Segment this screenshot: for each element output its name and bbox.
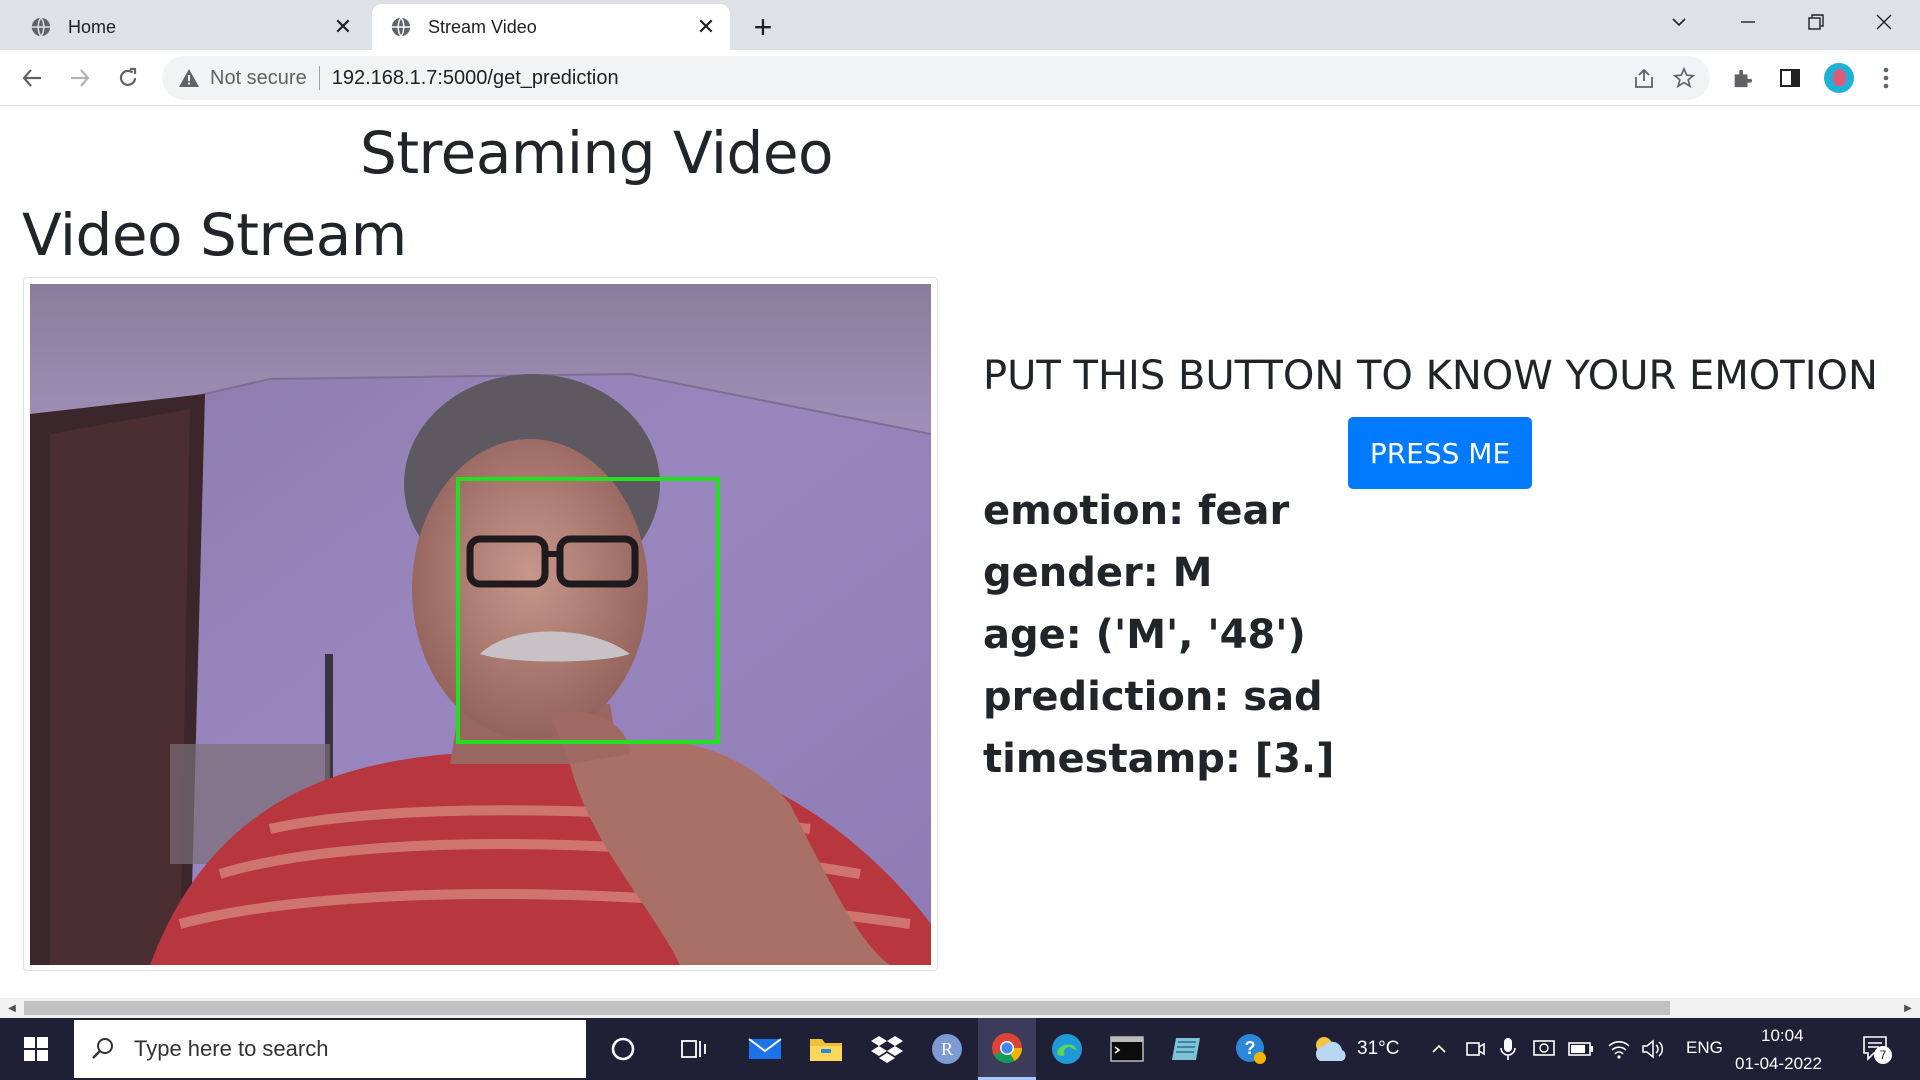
svg-text:?: ? xyxy=(1245,1038,1256,1058)
chevron-up-icon[interactable] xyxy=(1426,1036,1452,1062)
close-window-icon[interactable] xyxy=(1856,0,1912,44)
notification-center-icon[interactable]: 7 xyxy=(1858,1031,1894,1067)
restore-icon[interactable] xyxy=(1788,0,1844,44)
search-placeholder: Type here to search xyxy=(134,1036,329,1061)
globe-icon xyxy=(391,17,411,37)
tab-stream-video[interactable]: Stream Video ✕ xyxy=(372,4,730,50)
file-explorer-icon[interactable] xyxy=(797,1018,855,1080)
page-title: Streaming Video xyxy=(360,119,833,187)
weather-cloud-icon[interactable] xyxy=(1312,1036,1348,1062)
emotion-prompt: PUT THIS BUTTON TO KNOW YOUR EMOTION xyxy=(983,353,1878,399)
meet-now-icon[interactable] xyxy=(1462,1036,1488,1062)
windows-start-icon[interactable] xyxy=(0,1018,72,1080)
wifi-icon[interactable] xyxy=(1606,1036,1632,1062)
profile-avatar[interactable] xyxy=(1821,60,1857,96)
extensions-icon[interactable] xyxy=(1724,60,1760,96)
menu-kebab-icon[interactable] xyxy=(1868,60,1904,96)
notes-icon[interactable] xyxy=(1158,1018,1216,1080)
terminal-icon[interactable] xyxy=(1098,1018,1156,1080)
timestamp-result: timestamp: [3.] xyxy=(983,736,1335,782)
prediction-result: prediction: sad xyxy=(983,674,1323,720)
horizontal-scrollbar[interactable]: ◀ ▶ xyxy=(0,998,1920,1018)
avatar xyxy=(1824,63,1854,93)
divider xyxy=(318,66,320,90)
microphone-icon[interactable] xyxy=(1495,1036,1521,1062)
tab-strip: Home ✕ Stream Video ✕ + xyxy=(0,0,1920,50)
r-icon[interactable]: R xyxy=(918,1018,976,1080)
dropbox-icon[interactable] xyxy=(858,1018,916,1080)
clock-date[interactable]: 01-04-2022 xyxy=(1735,1054,1822,1074)
windows-taskbar: Type here to search R ? 31°C ENG 10:04 0… xyxy=(0,1018,1920,1080)
tab-home[interactable]: Home ✕ xyxy=(12,4,367,50)
scroll-left-icon[interactable]: ◀ xyxy=(2,998,22,1018)
new-tab-button[interactable]: + xyxy=(744,8,782,46)
clock-time[interactable]: 10:04 xyxy=(1761,1026,1804,1046)
tab-title: Stream Video xyxy=(428,16,537,37)
browser-toolbar: Not secure 192.168.1.7:5000/get_predicti… xyxy=(0,50,1920,106)
taskbar-search-box[interactable]: Type here to search xyxy=(74,1020,586,1078)
cortana-icon[interactable] xyxy=(594,1018,652,1080)
volume-icon[interactable] xyxy=(1640,1036,1666,1062)
help-icon[interactable]: ? xyxy=(1222,1018,1280,1080)
display-sync-icon[interactable] xyxy=(1531,1036,1557,1062)
minimize-icon[interactable] xyxy=(1720,0,1776,44)
chrome-icon[interactable] xyxy=(978,1018,1036,1080)
emotion-result: emotion: fear xyxy=(983,488,1290,534)
press-me-button[interactable]: PRESS ME xyxy=(1348,417,1532,489)
battery-icon[interactable] xyxy=(1568,1036,1594,1062)
side-panel-icon[interactable] xyxy=(1772,60,1808,96)
close-tab-icon[interactable]: ✕ xyxy=(329,13,357,41)
share-icon[interactable] xyxy=(1629,63,1659,93)
gender-result: gender: M xyxy=(983,550,1213,596)
web-page: Streaming Video Video Stream PUT THIS BU… xyxy=(0,107,1920,998)
search-icon xyxy=(92,1038,113,1059)
temperature-text[interactable]: 31°C xyxy=(1357,1038,1399,1060)
back-arrow-icon[interactable] xyxy=(12,58,52,98)
scrollbar-thumb[interactable] xyxy=(24,1001,1670,1015)
section-title: Video Stream xyxy=(22,201,407,269)
globe-icon xyxy=(31,17,51,37)
svg-text:R: R xyxy=(941,1039,953,1059)
scroll-right-icon[interactable]: ▶ xyxy=(1898,998,1918,1018)
close-tab-icon[interactable]: ✕ xyxy=(692,13,720,41)
tab-title: Home xyxy=(68,16,117,37)
address-bar[interactable]: Not secure 192.168.1.7:5000/get_predicti… xyxy=(162,56,1710,100)
forward-arrow-icon[interactable] xyxy=(60,58,100,98)
edge-icon[interactable] xyxy=(1038,1018,1096,1080)
warning-icon[interactable] xyxy=(178,67,200,89)
bookmark-star-icon[interactable] xyxy=(1669,63,1699,93)
reload-icon[interactable] xyxy=(108,58,148,98)
task-view-icon[interactable] xyxy=(665,1018,723,1080)
security-label[interactable]: Not secure xyxy=(210,67,307,90)
notification-count-badge: 7 xyxy=(1874,1046,1892,1064)
url-text[interactable]: 192.168.1.7:5000/get_prediction xyxy=(332,67,619,90)
mail-icon[interactable] xyxy=(736,1018,794,1080)
age-result: age: ('M', '48') xyxy=(983,612,1306,658)
language-indicator[interactable]: ENG xyxy=(1686,1038,1723,1058)
tab-search-icon[interactable] xyxy=(1651,0,1707,44)
video-feed-image xyxy=(30,284,931,965)
